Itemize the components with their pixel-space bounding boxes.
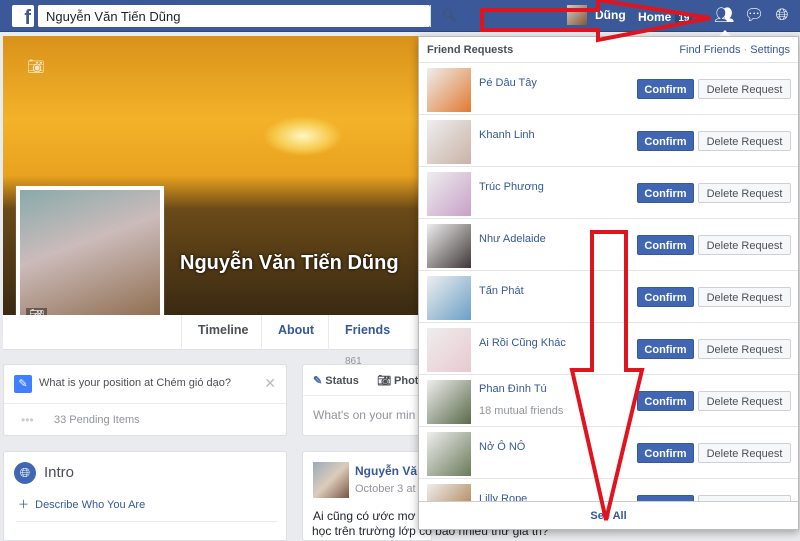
- tab-friends-label: Friends: [345, 323, 391, 337]
- requester-name[interactable]: Như Adelaide: [479, 233, 546, 245]
- post-author[interactable]: Nguyễn Vă: [355, 464, 417, 478]
- find-friends-link[interactable]: Find Friends: [679, 44, 740, 56]
- sun: [263, 116, 343, 156]
- search-icon[interactable]: 🔍︎: [430, 5, 468, 27]
- delete-request-button[interactable]: Delete Request: [698, 339, 791, 359]
- top-navigation-bar: f Nguyễn Văn Tiến Dũng 🔍︎ Dũng Home 19 👥︎…: [0, 0, 800, 32]
- settings-link[interactable]: Settings: [750, 44, 790, 56]
- position-prompt-card: ✎ What is your position at Chém gió dạo?…: [3, 364, 287, 436]
- friend-request-row: Pé Dâu Tây Confirm Delete Request: [419, 63, 798, 115]
- delete-request-button[interactable]: Delete Request: [698, 183, 791, 203]
- dropdown-title: Friend Requests: [427, 44, 514, 56]
- friend-request-row: Nở Ô NÔ Confirm Delete Request: [419, 427, 798, 479]
- friend-request-row: Trúc Phương Confirm Delete Request: [419, 167, 798, 219]
- tab-friends[interactable]: Friends 861: [328, 315, 423, 367]
- delete-request-button[interactable]: Delete Request: [698, 235, 791, 255]
- delete-request-button[interactable]: Delete Request: [698, 287, 791, 307]
- facebook-logo[interactable]: f: [12, 5, 34, 27]
- pending-items-link[interactable]: 33 Pending Items: [54, 414, 140, 426]
- camera-icon[interactable]: 📷︎: [27, 58, 45, 75]
- requester-photo[interactable]: [427, 432, 471, 476]
- friend-request-row: Như Adelaide Confirm Delete Request: [419, 219, 798, 271]
- requester-name[interactable]: Tấn Phát: [479, 285, 524, 297]
- requester-photo[interactable]: [427, 276, 471, 320]
- delete-request-button[interactable]: Delete Request: [698, 131, 791, 151]
- globe-icon: 🌐︎: [14, 462, 36, 484]
- delete-request-button[interactable]: Delete Request: [698, 391, 791, 411]
- friend-request-row: Khanh Linh Confirm Delete Request: [419, 115, 798, 167]
- composer-input[interactable]: What's on your min: [313, 408, 415, 422]
- profile-tabs: Timeline About Friends 861: [3, 315, 423, 367]
- messages-icon[interactable]: 💬︎: [744, 6, 764, 26]
- separator: ·: [743, 44, 748, 56]
- search-value: Nguyễn Văn Tiến Dũng: [46, 9, 181, 24]
- requester-name[interactable]: Ai Rồi Cũng Khác: [479, 337, 566, 349]
- tab-timeline[interactable]: Timeline: [181, 315, 264, 350]
- user-name: Dũng: [595, 8, 626, 22]
- requester-name[interactable]: Phan Đình Tú: [479, 383, 547, 395]
- camera-icon: 📷︎: [377, 375, 391, 387]
- photo-label: Phot: [394, 375, 419, 387]
- requester-photo[interactable]: [427, 172, 471, 216]
- notifications-globe-icon[interactable]: 🌐︎: [772, 6, 792, 26]
- requester-name[interactable]: Trúc Phương: [479, 181, 544, 193]
- home-label: Home: [638, 10, 672, 24]
- search-input[interactable]: Nguyễn Văn Tiến Dũng 🔍︎: [38, 5, 458, 27]
- pencil-icon: ✎: [14, 375, 32, 393]
- describe-who-you-are-link[interactable]: ＋ Describe Who You Are: [18, 496, 145, 512]
- describe-label: Describe Who You Are: [35, 499, 146, 511]
- post-text-line: Ai cũng có ước mơ: [313, 509, 416, 523]
- confirm-button[interactable]: Confirm: [637, 339, 694, 359]
- friend-request-row: Tấn Phát Confirm Delete Request: [419, 271, 798, 323]
- confirm-button[interactable]: Confirm: [637, 79, 694, 99]
- home-badge: 19: [675, 13, 693, 24]
- post-author-avatar[interactable]: [313, 462, 349, 498]
- requester-name[interactable]: Pé Dâu Tây: [479, 77, 537, 89]
- see-all-link[interactable]: See All: [419, 501, 798, 529]
- friend-request-row: Phan Đình Tú 18 mutual friends Confirm D…: [419, 375, 798, 427]
- requester-photo[interactable]: [427, 68, 471, 112]
- status-label: Status: [325, 375, 359, 387]
- requester-photo[interactable]: [427, 380, 471, 424]
- requester-photo[interactable]: [427, 120, 471, 164]
- requester-name[interactable]: Nở Ô NÔ: [479, 441, 525, 453]
- intro-title: Intro: [44, 464, 75, 481]
- delete-request-button[interactable]: Delete Request: [698, 79, 791, 99]
- post-time[interactable]: October 3 at 8: [355, 483, 425, 495]
- requester-name[interactable]: Khanh Linh: [479, 129, 535, 141]
- composer-card: ✎ Status 📷︎ Phot What's on your min: [302, 364, 432, 436]
- friend-requests-dropdown: Friend Requests Find Friends · Settings …: [418, 36, 799, 530]
- confirm-button[interactable]: Confirm: [637, 391, 694, 411]
- position-question[interactable]: What is your position at Chém gió dạo?: [39, 377, 231, 389]
- confirm-button[interactable]: Confirm: [637, 235, 694, 255]
- avatar: [567, 5, 587, 25]
- delete-request-button[interactable]: Delete Request: [698, 443, 791, 463]
- requester-photo[interactable]: [427, 328, 471, 372]
- confirm-button[interactable]: Confirm: [637, 183, 694, 203]
- requester-photo[interactable]: [427, 224, 471, 268]
- pencil-icon: ✎: [313, 375, 323, 387]
- confirm-button[interactable]: Confirm: [637, 131, 694, 151]
- close-icon[interactable]: ✕: [264, 375, 276, 392]
- confirm-button[interactable]: Confirm: [637, 443, 694, 463]
- intro-card: 🌐︎ Intro ＋ Describe Who You Are: [3, 451, 287, 541]
- confirm-button[interactable]: Confirm: [637, 287, 694, 307]
- mutual-friends[interactable]: 18 mutual friends: [479, 405, 563, 417]
- profile-picture[interactable]: 📷︎: [16, 186, 164, 332]
- profile-link[interactable]: Dũng: [567, 5, 626, 25]
- photo-tab[interactable]: 📷︎ Phot: [377, 374, 418, 387]
- profile-name: Nguyễn Văn Tiến Dũng: [180, 252, 399, 274]
- friend-request-row: Ai Rồi Cũng Khác Confirm Delete Request: [419, 323, 798, 375]
- friend-requests-icon[interactable]: 👥︎: [714, 6, 734, 26]
- status-tab[interactable]: ✎ Status: [313, 374, 359, 387]
- tab-about[interactable]: About: [261, 315, 330, 350]
- home-link[interactable]: Home 19: [638, 10, 693, 24]
- more-icon: •••: [21, 413, 34, 427]
